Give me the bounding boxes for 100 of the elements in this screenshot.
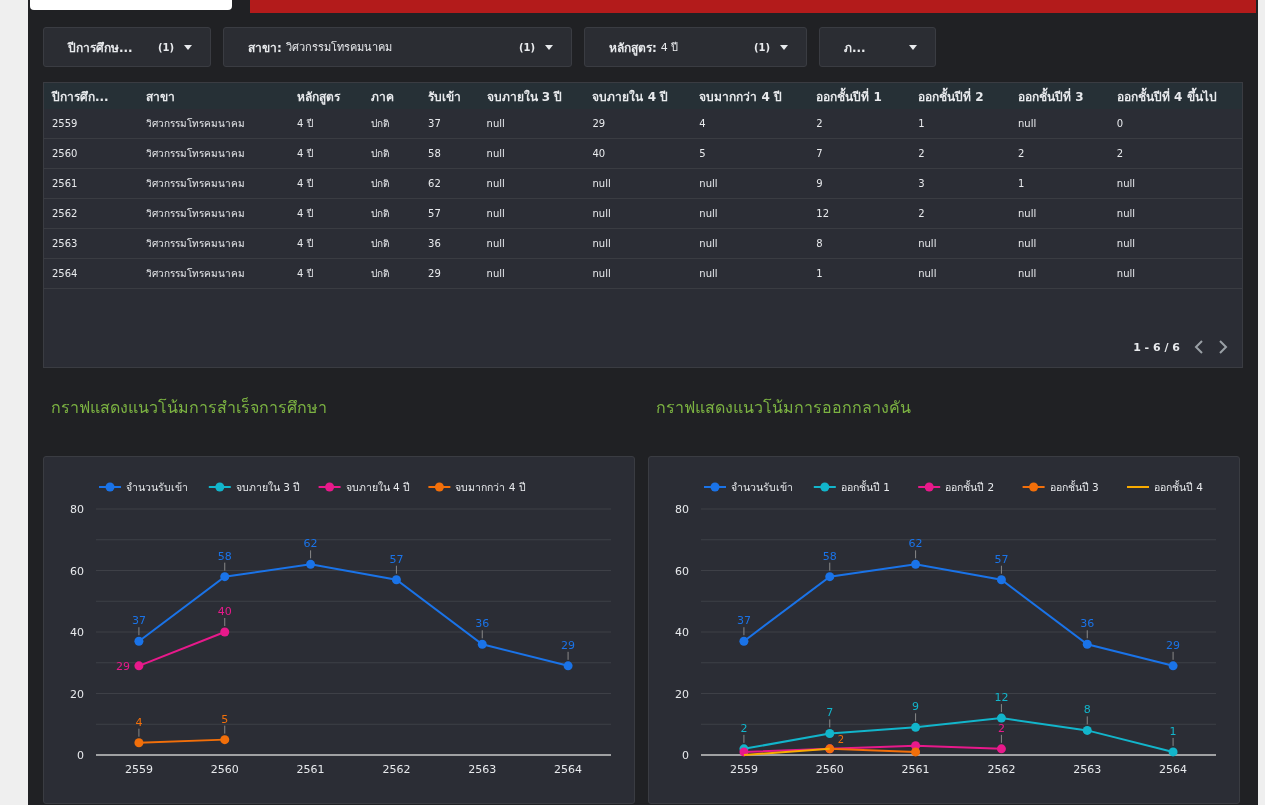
table-cell: null: [1010, 198, 1109, 229]
table-cell: 9: [808, 168, 911, 199]
data-point: [220, 627, 230, 637]
column-header[interactable]: จบมากกว่า 4 ปี: [691, 83, 809, 109]
table-cell: วิศวกรรมโทรคมนาคม: [137, 138, 290, 169]
y-tick-label: 80: [675, 503, 689, 516]
filter-dropdown[interactable]: ภ...: [819, 27, 936, 67]
data-label: 5: [221, 712, 229, 726]
legend-item[interactable]: ออกชั้นปี 2: [917, 481, 995, 493]
data-point: [1082, 725, 1092, 735]
y-tick-label: 60: [675, 564, 689, 578]
legend-label: ออกชั้นปี 2: [945, 480, 995, 493]
legend-item[interactable]: จบภายใน 4 ปี: [317, 481, 410, 493]
column-header[interactable]: จบภายใน 4 ปี: [584, 83, 692, 109]
chevron-right-icon[interactable]: [1218, 340, 1228, 354]
table-cell: null: [584, 228, 692, 259]
data-point: [1082, 639, 1092, 649]
table-cell: 1: [808, 258, 911, 289]
y-tick-label: 0: [682, 749, 689, 762]
y-tick-label: 60: [70, 564, 84, 578]
data-label: 2: [740, 721, 748, 735]
chart-title: กราฟแสดงแนวโน้มการออกกลางคัน: [656, 396, 912, 419]
legend-item[interactable]: จบมากกว่า 4 ปี: [427, 481, 526, 493]
table-cell: ปกติ: [362, 258, 421, 289]
column-header[interactable]: รับเข้า: [420, 83, 479, 109]
table-cell: null: [691, 168, 809, 199]
table-cell: 2564: [44, 258, 138, 289]
data-label: 36: [1080, 617, 1095, 631]
table-cell: 36: [420, 228, 479, 259]
column-header[interactable]: สาขา: [137, 83, 290, 109]
table-cell: 2559: [44, 109, 138, 139]
legend-item[interactable]: จบภายใน 3 ปี: [207, 481, 301, 493]
table-cell: 4 ปี: [289, 198, 363, 229]
table-cell: 4: [691, 109, 809, 139]
table-cell: ปกติ: [362, 228, 421, 259]
legend-item[interactable]: ออกชั้นปี 4: [1126, 481, 1204, 493]
x-tick-label: 2559: [124, 763, 153, 776]
table-cell: 2563: [44, 228, 138, 259]
legend-label: ออกชั้นปี 3: [1049, 480, 1099, 493]
column-header[interactable]: ภาค: [362, 83, 421, 109]
table-cell: 40: [584, 138, 692, 169]
table-cell: 29: [584, 109, 692, 139]
column-header[interactable]: ออกชั้นปีที่ 1: [808, 83, 911, 109]
table-cell: 4 ปี: [289, 168, 363, 199]
column-header[interactable]: ปีการศึก...: [44, 83, 138, 109]
data-label: 37: [131, 614, 146, 628]
table-cell: null: [584, 258, 692, 289]
data-point: [825, 572, 835, 582]
legend-item[interactable]: จำนวนรับเข้า: [98, 481, 188, 493]
legend-label: จำนวนรับเข้า: [731, 481, 793, 493]
legend-label: ออกชั้นปี 4: [1154, 480, 1204, 493]
table-cell: 8: [808, 228, 911, 259]
table-cell: ปกติ: [362, 198, 421, 229]
data-point: [996, 713, 1006, 723]
data-label: 36: [475, 617, 490, 631]
table-cell: 3: [910, 168, 1010, 199]
y-tick-label: 20: [70, 687, 84, 701]
data-label: 29: [561, 638, 576, 652]
data-label: 12: [994, 691, 1009, 705]
data-label: 40: [217, 605, 232, 618]
x-tick-label: 2564: [1159, 763, 1188, 776]
data-point: [220, 735, 230, 745]
column-header[interactable]: ออกชั้นปีที่ 4 ขึ้นไป: [1108, 83, 1242, 109]
data-label: 57: [994, 552, 1009, 566]
table-cell: null: [1010, 258, 1109, 289]
table-cell: 1: [1010, 168, 1109, 199]
data-point: [134, 738, 144, 748]
table-cell: null: [1010, 228, 1109, 259]
column-header[interactable]: จบภายใน 3 ปี: [478, 83, 585, 109]
legend-item[interactable]: ออกชั้นปี 1: [812, 481, 890, 493]
filter-dropdown[interactable]: หลักสูตร: 4 ปี (1): [584, 27, 807, 67]
table-cell: 2560: [44, 138, 138, 169]
table-cell: 2: [808, 109, 911, 139]
x-tick-label: 2563: [1073, 763, 1102, 776]
table-cell: ปกติ: [362, 138, 421, 169]
data-point: [391, 575, 401, 585]
table-cell: null: [478, 168, 585, 199]
table-cell: null: [1108, 258, 1242, 289]
x-tick-label: 2559: [729, 763, 758, 776]
legend-label: ออกชั้นปี 1: [840, 480, 890, 493]
table-cell: วิศวกรรมโทรคมนาคม: [137, 109, 290, 139]
filter-dropdown[interactable]: ปีการศึกษ... (1): [43, 27, 211, 67]
table-cell: null: [910, 228, 1010, 259]
y-tick-label: 20: [675, 687, 689, 701]
filter-dropdown[interactable]: สาขา: วิศวกรรมโทรคมนาคม (1): [223, 27, 572, 67]
column-header[interactable]: ออกชั้นปีที่ 2: [910, 83, 1010, 109]
table-cell: 62: [420, 168, 479, 199]
data-label: 29: [115, 659, 130, 673]
data-label: 37: [736, 614, 751, 628]
legend-item[interactable]: จำนวนรับเข้า: [703, 481, 793, 493]
column-header[interactable]: หลักสูตร: [289, 83, 363, 109]
chevron-left-icon[interactable]: [1194, 340, 1204, 354]
table-cell: 2561: [44, 168, 138, 199]
data-label: 7: [826, 706, 834, 720]
table-cell: null: [478, 258, 585, 289]
table-cell: null: [478, 109, 585, 139]
legend-item[interactable]: ออกชั้นปี 3: [1021, 481, 1099, 493]
column-header[interactable]: ออกชั้นปีที่ 3: [1010, 83, 1109, 109]
legend-label: จบภายใน 4 ปี: [345, 481, 410, 493]
y-tick-label: 80: [70, 503, 84, 516]
